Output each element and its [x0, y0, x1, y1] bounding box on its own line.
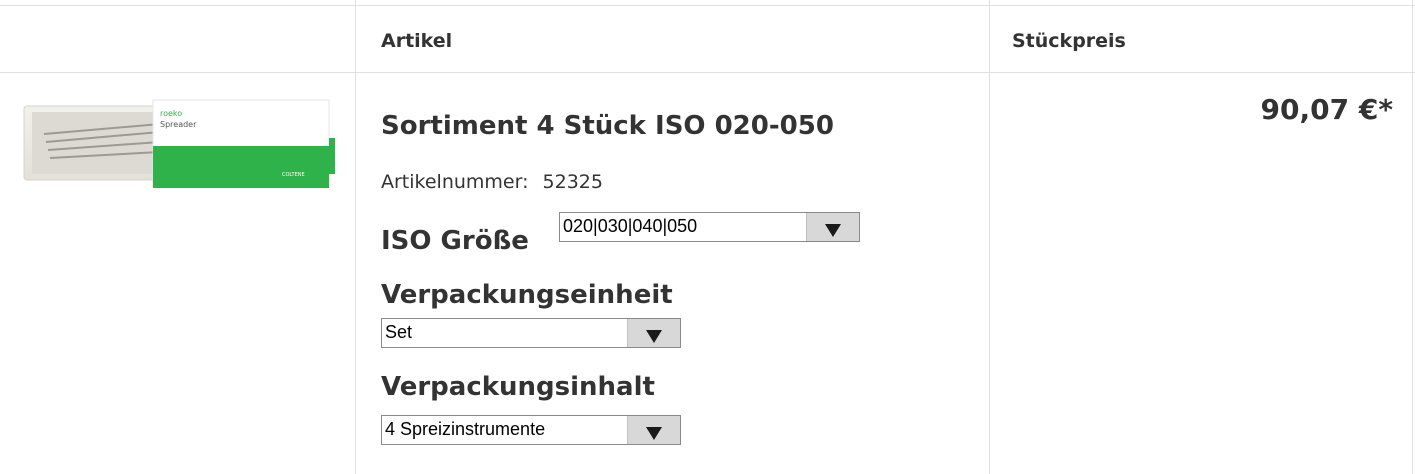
- packaging-content-select[interactable]: 4 Spreizinstrumente: [381, 415, 681, 445]
- packaging-unit-dropdown-button[interactable]: [627, 319, 680, 347]
- packaging-content-dropdown-button[interactable]: [627, 416, 680, 444]
- article-number-label: Artikelnummer:: [381, 171, 529, 193]
- column-header-unit-price: Stückpreis: [1012, 30, 1126, 52]
- packaging-unit-select[interactable]: Set: [381, 318, 681, 348]
- iso-size-selected: 020|030|040|050: [563, 216, 698, 236]
- packaging-content-selected: 4 Spreizinstrumente: [385, 419, 546, 439]
- article-number-row: Artikelnummer: 52325: [381, 171, 603, 193]
- iso-size-label: ISO Größe: [381, 226, 529, 256]
- chevron-down-icon: [646, 330, 662, 343]
- article-number-value: 52325: [542, 171, 603, 193]
- product-image-maker: COLTENE: [282, 172, 305, 178]
- product-title[interactable]: Sortiment 4 Stück ISO 020-050: [381, 111, 834, 141]
- column-header-article: Artikel: [381, 30, 453, 52]
- table-right-border: [1412, 0, 1413, 474]
- unit-price: 90,07 €*: [1260, 93, 1393, 126]
- product-image-name: Spreader: [160, 120, 197, 129]
- product-image[interactable]: roeko Spreader COLTENE: [20, 98, 336, 188]
- packaging-content-label: Verpackungsinhalt: [381, 372, 655, 402]
- chevron-down-icon: [646, 427, 662, 440]
- iso-size-dropdown-button[interactable]: [806, 213, 859, 241]
- header-divider: [0, 72, 1415, 73]
- cart-table: Artikel Stückpreis roeko Spreader COLTEN…: [0, 0, 1415, 474]
- iso-size-select[interactable]: 020|030|040|050: [559, 212, 860, 242]
- packaging-unit-label: Verpackungseinheit: [381, 280, 673, 310]
- column-divider-1: [355, 0, 356, 474]
- chevron-down-icon: [825, 224, 841, 237]
- column-divider-2: [989, 0, 990, 474]
- packaging-unit-selected: Set: [385, 322, 413, 342]
- product-image-brand: roeko: [160, 109, 182, 118]
- table-top-border: [0, 5, 1415, 6]
